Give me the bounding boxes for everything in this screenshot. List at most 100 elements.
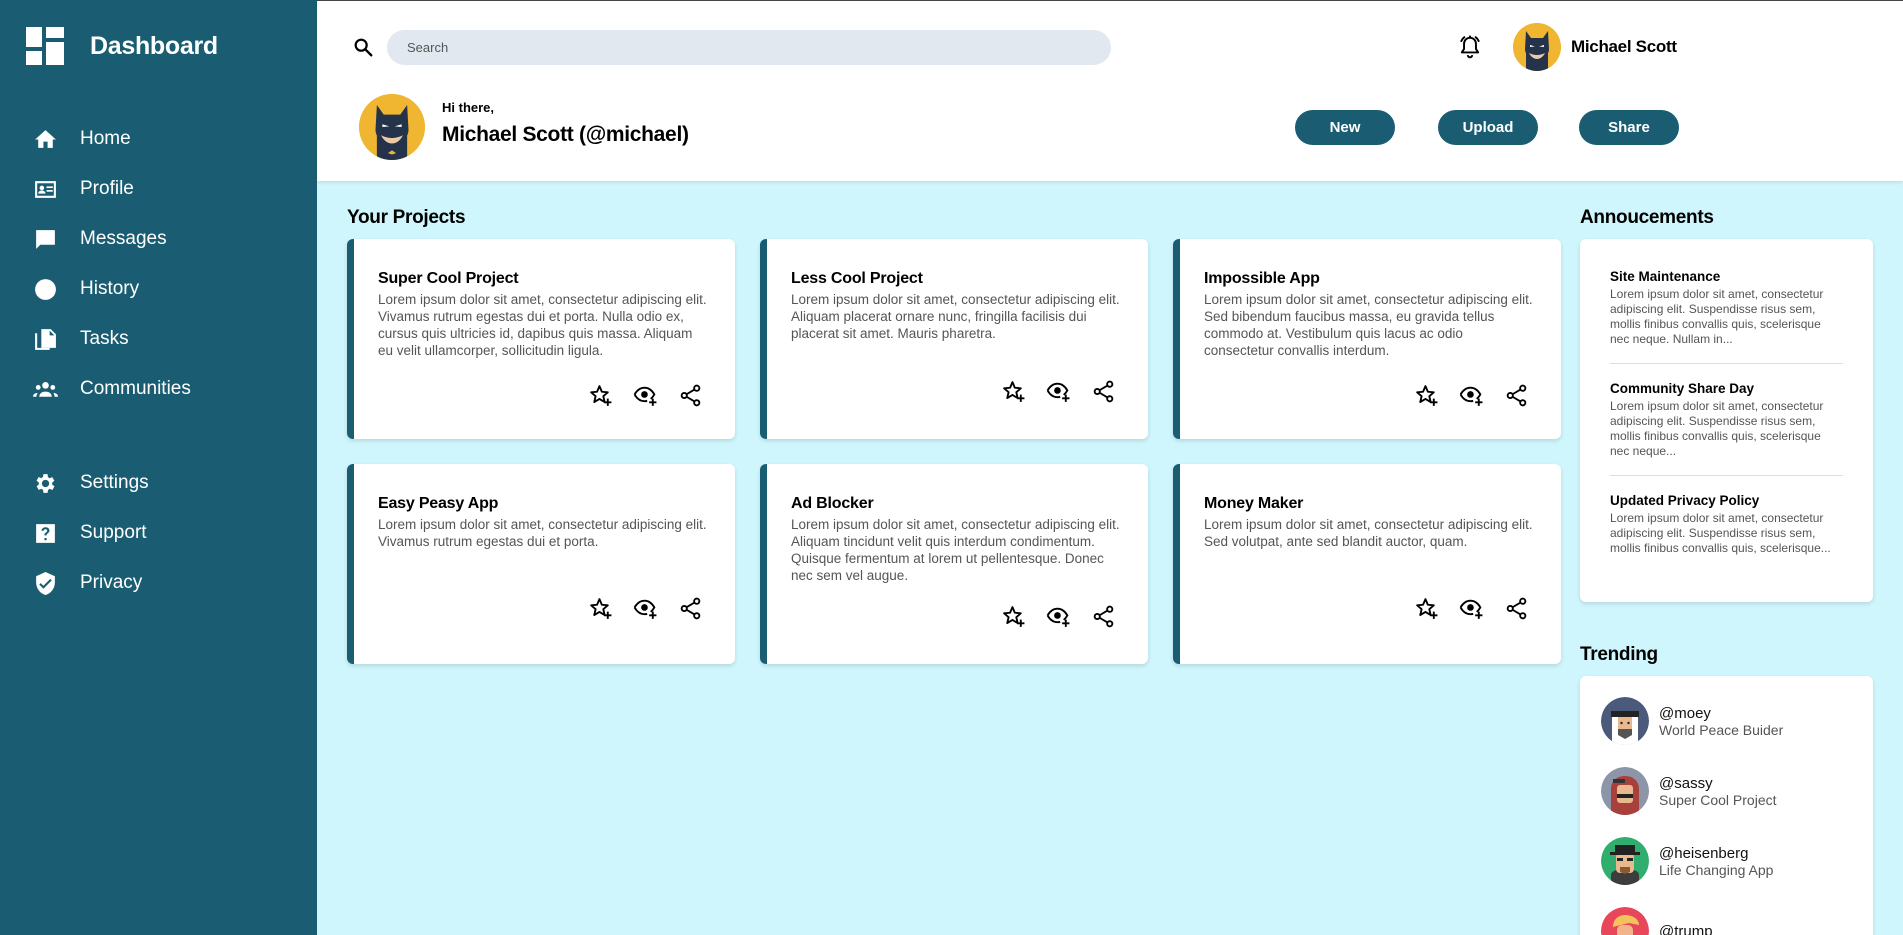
- watch-button[interactable]: [1459, 383, 1484, 413]
- announcement-item[interactable]: Community Share Day Lorem ipsum dolor si…: [1610, 381, 1843, 459]
- favorite-button[interactable]: [588, 383, 613, 413]
- brand[interactable]: Dashboard: [26, 27, 218, 65]
- watch-button[interactable]: [633, 383, 658, 413]
- nav-item-history[interactable]: History: [33, 274, 139, 304]
- nav-item-messages[interactable]: Messages: [33, 224, 167, 254]
- person-avatar-icon: [1601, 837, 1649, 885]
- share-icon[interactable]: [1504, 383, 1529, 408]
- help-icon: [36, 523, 55, 543]
- project-actions: [588, 596, 703, 626]
- divider: [1610, 475, 1843, 476]
- brand-title: Dashboard: [90, 31, 218, 60]
- announcement-item[interactable]: Updated Privacy Policy Lorem ipsum dolor…: [1610, 493, 1843, 556]
- eye-add-icon[interactable]: [1459, 383, 1484, 408]
- share-project-button[interactable]: [1504, 596, 1529, 626]
- avatar: [1601, 907, 1649, 935]
- project-title: Less Cool Project: [791, 270, 923, 287]
- person-avatar-icon: [1601, 697, 1649, 745]
- star-add-icon[interactable]: [1414, 383, 1439, 408]
- profile-full-name: Michael Scott (@michael): [442, 123, 689, 146]
- watch-button[interactable]: [633, 596, 658, 626]
- star-add-icon[interactable]: [1001, 379, 1026, 404]
- search-input[interactable]: [387, 30, 1111, 65]
- upload-button[interactable]: Upload: [1438, 110, 1538, 145]
- nav-item-privacy[interactable]: Privacy: [33, 568, 142, 598]
- trending-item[interactable]: @moey World Peace Buider: [1601, 697, 1783, 745]
- person-avatar-icon: [1601, 767, 1649, 815]
- project-title: Impossible App: [1204, 270, 1320, 287]
- chat-icon: [36, 229, 55, 249]
- favorite-button[interactable]: [1414, 596, 1439, 626]
- trending-item[interactable]: @heisenberg Life Changing App: [1601, 837, 1773, 885]
- favorite-button[interactable]: [588, 596, 613, 626]
- announcement-item[interactable]: Site Maintenance Lorem ipsum dolor sit a…: [1610, 269, 1843, 347]
- nav-item-settings[interactable]: Settings: [33, 468, 149, 498]
- avatar: [1601, 697, 1649, 745]
- nav-item-home[interactable]: Home: [33, 124, 131, 154]
- project-card[interactable]: Ad Blocker Lorem ipsum dolor sit amet, co…: [760, 464, 1148, 664]
- announcements-panel: Site Maintenance Lorem ipsum dolor sit a…: [1580, 239, 1873, 602]
- trending-title: Trending: [1580, 644, 1658, 665]
- nav-item-label: Support: [80, 522, 147, 543]
- nav-item-tasks[interactable]: Tasks: [33, 324, 129, 354]
- project-card[interactable]: Money Maker Lorem ipsum dolor sit amet, c…: [1173, 464, 1561, 664]
- star-add-icon[interactable]: [1414, 596, 1439, 621]
- favorite-button[interactable]: [1001, 379, 1026, 409]
- project-card[interactable]: Less Cool Project Lorem ipsum dolor sit a…: [760, 239, 1148, 439]
- project-card[interactable]: Easy Peasy App Lorem ipsum dolor sit amet…: [347, 464, 735, 664]
- eye-add-icon[interactable]: [1046, 379, 1071, 404]
- star-add-icon[interactable]: [588, 383, 613, 408]
- batman-avatar-icon: [359, 94, 425, 160]
- share-project-button[interactable]: [678, 596, 703, 626]
- trending-item[interactable]: @trump: [1601, 907, 1713, 935]
- trending-item[interactable]: @sassy Super Cool Project: [1601, 767, 1777, 815]
- star-add-icon[interactable]: [588, 596, 613, 621]
- share-icon[interactable]: [1091, 379, 1116, 404]
- favorite-button[interactable]: [1001, 604, 1026, 634]
- watch-button[interactable]: [1046, 604, 1071, 634]
- project-actions: [1414, 383, 1529, 413]
- project-card[interactable]: Impossible App Lorem ipsum dolor sit amet…: [1173, 239, 1561, 439]
- share-project-button[interactable]: [1504, 383, 1529, 413]
- new-button[interactable]: New: [1295, 110, 1395, 145]
- dashboard-logo-icon: [26, 27, 64, 65]
- nav-item-label: Communities: [80, 378, 191, 399]
- search-icon[interactable]: [352, 36, 374, 58]
- project-description: Lorem ipsum dolor sit amet, consectetur …: [1204, 292, 1533, 358]
- project-description: Lorem ipsum dolor sit amet, consectetur …: [791, 517, 1120, 583]
- project-card[interactable]: Super Cool Project Lorem ipsum dolor sit …: [347, 239, 735, 439]
- person-avatar-icon: [1601, 907, 1649, 935]
- trending-subtitle: World Peace Buider: [1659, 721, 1784, 738]
- profile-avatar[interactable]: [359, 94, 425, 160]
- share-icon[interactable]: [678, 383, 703, 408]
- user-menu[interactable]: Michael Scott: [1513, 23, 1677, 71]
- project-title: Super Cool Project: [378, 270, 519, 287]
- share-button[interactable]: Share: [1579, 110, 1679, 145]
- eye-add-icon[interactable]: [633, 596, 658, 621]
- trending-handle: @heisenberg: [1659, 844, 1749, 862]
- nav-item-support[interactable]: Support: [33, 518, 147, 548]
- nav-item-label: Privacy: [80, 572, 143, 593]
- eye-add-icon[interactable]: [1459, 596, 1484, 621]
- watch-button[interactable]: [1046, 379, 1071, 409]
- trending-handle: @sassy: [1659, 774, 1713, 792]
- project-title: Easy Peasy App: [378, 495, 499, 512]
- eye-add-icon[interactable]: [633, 383, 658, 408]
- watch-button[interactable]: [1459, 596, 1484, 626]
- share-icon[interactable]: [1504, 596, 1529, 621]
- nav-item-profile[interactable]: Profile: [33, 174, 134, 204]
- nav-item-communities[interactable]: Communities: [33, 374, 191, 404]
- divider: [1610, 363, 1843, 364]
- avatar: [1601, 767, 1649, 815]
- announcement-title: Updated Privacy Policy: [1610, 493, 1760, 508]
- project-actions: [1001, 379, 1116, 409]
- star-add-icon[interactable]: [1001, 604, 1026, 629]
- eye-add-icon[interactable]: [1046, 604, 1071, 629]
- bell-icon[interactable]: [1457, 34, 1483, 60]
- share-icon[interactable]: [1091, 604, 1116, 629]
- favorite-button[interactable]: [1414, 383, 1439, 413]
- share-icon[interactable]: [678, 596, 703, 621]
- share-project-button[interactable]: [678, 383, 703, 413]
- share-project-button[interactable]: [1091, 379, 1116, 409]
- share-project-button[interactable]: [1091, 604, 1116, 634]
